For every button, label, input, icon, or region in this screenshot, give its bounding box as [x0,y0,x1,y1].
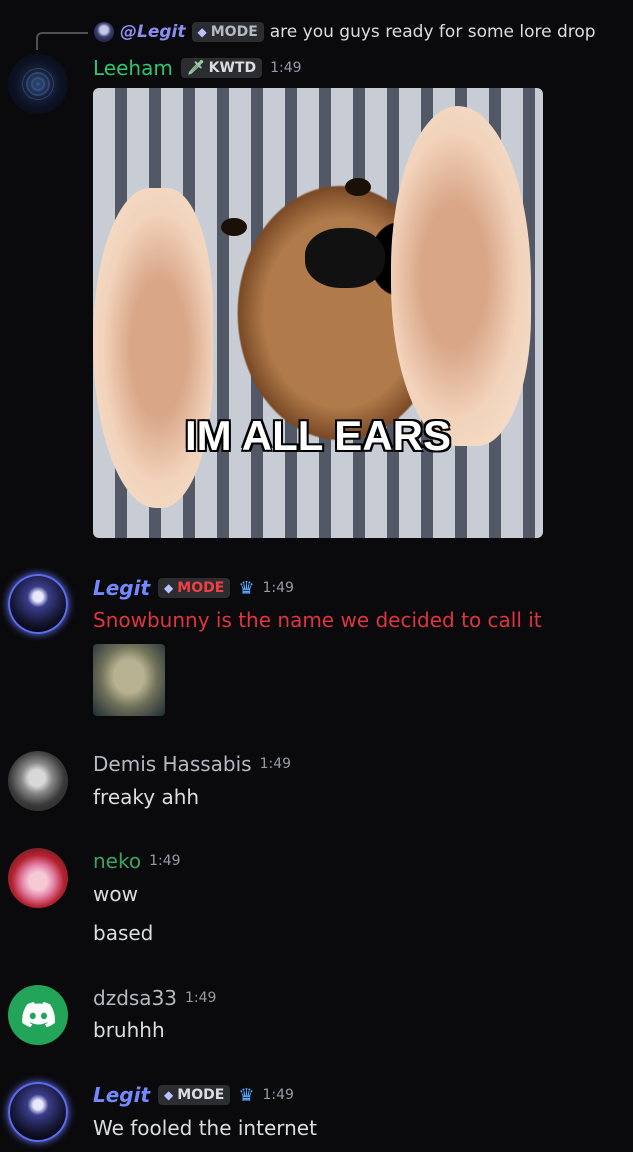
message-text: We fooled the internet [93,1116,317,1140]
avatar[interactable] [8,985,68,1045]
guild-tag[interactable]: ◆ MODE [158,578,231,598]
sword-icon: 🗡 [186,60,205,76]
dog-ear-left [93,188,213,508]
message-text: freaky ahh [93,785,200,809]
reply-connector [36,32,88,50]
avatar[interactable] [8,574,68,634]
avatar[interactable] [8,848,68,908]
message-header: neko 1:49 [93,849,181,873]
message-header: Leeham 🗡 KWTD 1:49 [93,56,302,80]
diamond-icon: ◆ [164,1088,174,1102]
dog-nose [305,228,385,288]
username[interactable]: dzdsa33 [93,986,177,1010]
dog-ear-right [391,106,531,446]
username[interactable]: Demis Hassabis [93,752,252,776]
message-header: Demis Hassabis 1:49 [93,752,291,776]
message-text: wow [93,882,138,906]
message-header: Legit ◆ MODE ♛ 1:49 [93,1083,294,1107]
message-text: based [93,921,154,945]
reply-preview[interactable]: @Legit ◆ MODE are you guys ready for som… [94,20,596,44]
reply-tag: ◆ MODE [191,22,264,42]
message-text: bruhhh [93,1018,165,1042]
guild-tag[interactable]: 🗡 KWTD [180,58,263,78]
timestamp: 1:49 [259,756,292,772]
timestamp: 1:49 [270,60,302,76]
avatar[interactable] [8,751,68,811]
avatar[interactable] [8,1082,68,1142]
message-text: Snowbunny is the name we decided to call… [93,608,542,632]
guild-tag[interactable]: ◆ MODE [158,1085,231,1105]
timestamp: 1:49 [149,853,181,869]
message-header: dzdsa33 1:49 [93,986,216,1010]
reply-text: are you guys ready for some lore drop [269,22,596,42]
username[interactable]: neko [93,849,141,873]
username[interactable]: Legit [93,576,150,600]
diamond-icon: ◆ [164,581,174,595]
timestamp: 1:49 [262,1087,294,1103]
dog-eye [345,178,371,196]
gif-caption: IM ALL EARS [184,412,451,459]
username[interactable]: Legit [93,1083,150,1107]
username[interactable]: Leeham [93,56,173,80]
message-header: Legit ◆ MODE ♛ 1:49 [93,576,294,600]
dog-eye [221,218,247,236]
reply-author[interactable]: @Legit [120,22,186,42]
avatar[interactable] [8,54,68,114]
diamond-icon: ◆ [197,25,207,39]
image-attachment[interactable] [93,644,165,716]
discord-logo-icon [22,1002,55,1028]
timestamp: 1:49 [185,990,217,1006]
reply-avatar [94,22,114,42]
crown-icon: ♛ [238,1084,255,1106]
gif-attachment[interactable]: IM ALL EARS [93,88,543,538]
timestamp: 1:49 [262,580,294,596]
crown-icon: ♛ [238,577,255,599]
